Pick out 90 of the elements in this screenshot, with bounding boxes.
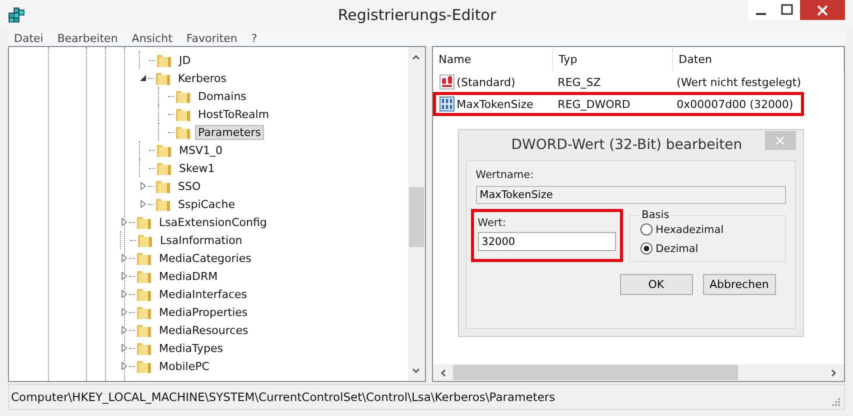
- tree-item[interactable]: MediaResources: [156, 322, 252, 338]
- column-header[interactable]: Typ: [552, 47, 673, 71]
- collapsed-arrow-icon[interactable]: [120, 290, 128, 298]
- collapsed-arrow-icon[interactable]: [120, 272, 128, 280]
- tree-item[interactable]: SspiCache: [175, 196, 238, 212]
- tree-item[interactable]: MobilePC: [156, 358, 212, 374]
- dialog-title: DWORD-Wert (32-Bit) bearbeiten: [510, 137, 744, 153]
- scrollbar-thumb[interactable]: [408, 187, 424, 247]
- collapsed-arrow-icon[interactable]: [139, 200, 147, 208]
- folder-icon: [136, 286, 152, 302]
- scroll-right-icon[interactable]: [830, 368, 838, 378]
- close-button[interactable]: [800, 0, 845, 20]
- value-data: (Wert nicht festgelegt): [676, 76, 801, 88]
- collapsed-arrow-icon[interactable]: [120, 344, 128, 352]
- registry-cubes-icon: [8, 7, 26, 23]
- value-data-label: Wert:: [478, 217, 507, 229]
- folder-icon: [136, 340, 152, 356]
- folder-icon: [155, 196, 171, 212]
- tree-item[interactable]: HostToRealm: [195, 106, 272, 122]
- value-name-label: Wertname:: [476, 169, 535, 181]
- resize-grip-icon[interactable]: [830, 396, 840, 406]
- tree-item[interactable]: LsaExtensionConfig: [156, 214, 270, 230]
- string-value-icon: [438, 74, 455, 90]
- folder-icon: [175, 88, 191, 104]
- value-name[interactable]: MaxTokenSize: [456, 98, 534, 110]
- value-type: REG_DWORD: [556, 98, 632, 110]
- folder-icon: [155, 178, 171, 194]
- tree-item[interactable]: MSV1_0: [176, 142, 226, 158]
- base-group-label: Basis: [640, 209, 670, 221]
- vertical-scrollbar[interactable]: [408, 47, 425, 381]
- scrollbar-thumb[interactable]: [452, 365, 738, 380]
- tree-item[interactable]: Kerberos: [175, 70, 230, 86]
- radio-button[interactable]: [640, 223, 653, 236]
- folder-icon: [155, 70, 171, 86]
- value-data: 0x00007d00 (32000): [676, 98, 794, 110]
- collapsed-arrow-icon[interactable]: [120, 308, 128, 316]
- folder-icon: [175, 124, 191, 140]
- folder-icon: [156, 142, 172, 158]
- menu-item[interactable]: Bearbeiten: [57, 32, 118, 44]
- tree-item[interactable]: MediaProperties: [156, 304, 251, 320]
- tree-item[interactable]: MediaTypes: [156, 340, 226, 356]
- column-header[interactable]: Daten: [672, 47, 844, 71]
- binary-value-icon: [438, 96, 455, 112]
- value-name[interactable]: (Standard): [456, 76, 516, 88]
- scroll-up-icon[interactable]: [411, 53, 422, 61]
- collapsed-arrow-icon[interactable]: [120, 362, 128, 370]
- folder-icon: [175, 106, 191, 122]
- tree-item[interactable]: JD: [176, 52, 194, 68]
- scroll-left-icon[interactable]: [438, 368, 447, 378]
- radio-label[interactable]: Dezimal: [656, 242, 698, 254]
- menu-item[interactable]: Ansicht: [132, 32, 172, 44]
- dialog-button[interactable]: Abbrechen: [702, 274, 776, 295]
- folder-icon: [136, 304, 152, 320]
- tree-item[interactable]: Parameters: [195, 124, 264, 140]
- collapsed-arrow-icon[interactable]: [139, 182, 147, 190]
- expanded-arrow-icon[interactable]: [139, 74, 147, 82]
- folder-icon: [136, 322, 152, 338]
- value-name-field[interactable]: MaxTokenSize: [476, 186, 786, 204]
- scroll-down-icon[interactable]: [411, 367, 422, 375]
- folder-icon: [156, 52, 172, 68]
- folder-icon: [136, 214, 152, 230]
- folder-icon: [136, 268, 152, 284]
- menu-item[interactable]: Datei: [14, 32, 44, 44]
- folder-icon: [156, 160, 172, 176]
- tree-item[interactable]: MediaInterfaces: [156, 286, 250, 302]
- tree-item[interactable]: LsaInformation: [157, 232, 246, 248]
- folder-icon: [136, 250, 152, 266]
- dialog-button[interactable]: OK: [620, 274, 693, 295]
- tree-item[interactable]: MediaDRM: [156, 268, 221, 284]
- folder-icon: [137, 232, 153, 248]
- tree-item[interactable]: SSO: [175, 178, 204, 194]
- collapsed-arrow-icon[interactable]: [120, 326, 128, 334]
- collapsed-arrow-icon[interactable]: [120, 254, 128, 262]
- folder-icon: [136, 358, 152, 374]
- radio-label[interactable]: Hexadezimal: [656, 224, 724, 236]
- minimize-button[interactable]: [748, 0, 774, 20]
- horizontal-scrollbar[interactable]: [432, 364, 844, 381]
- menu-item[interactable]: Favoriten: [186, 32, 238, 44]
- column-header[interactable]: Name: [432, 47, 553, 71]
- window-title: Registrierungs-Editor: [336, 6, 498, 24]
- tree-item[interactable]: MediaCategories: [156, 250, 254, 266]
- radio-button[interactable]: [640, 242, 653, 255]
- tree-item[interactable]: Skew1: [176, 160, 218, 176]
- value-data-field[interactable]: 32000: [478, 232, 616, 251]
- status-path: Computer\HKEY_LOCAL_MACHINE\SYSTEM\CurrentControlSet\Control\Lsa\Kerberos\Parameters: [11, 390, 556, 404]
- collapsed-arrow-icon[interactable]: [120, 218, 128, 226]
- tree-item[interactable]: Domains: [195, 88, 250, 104]
- value-type: REG_SZ: [556, 76, 602, 88]
- menu-item[interactable]: ?: [251, 32, 258, 44]
- maximize-button[interactable]: [774, 0, 800, 20]
